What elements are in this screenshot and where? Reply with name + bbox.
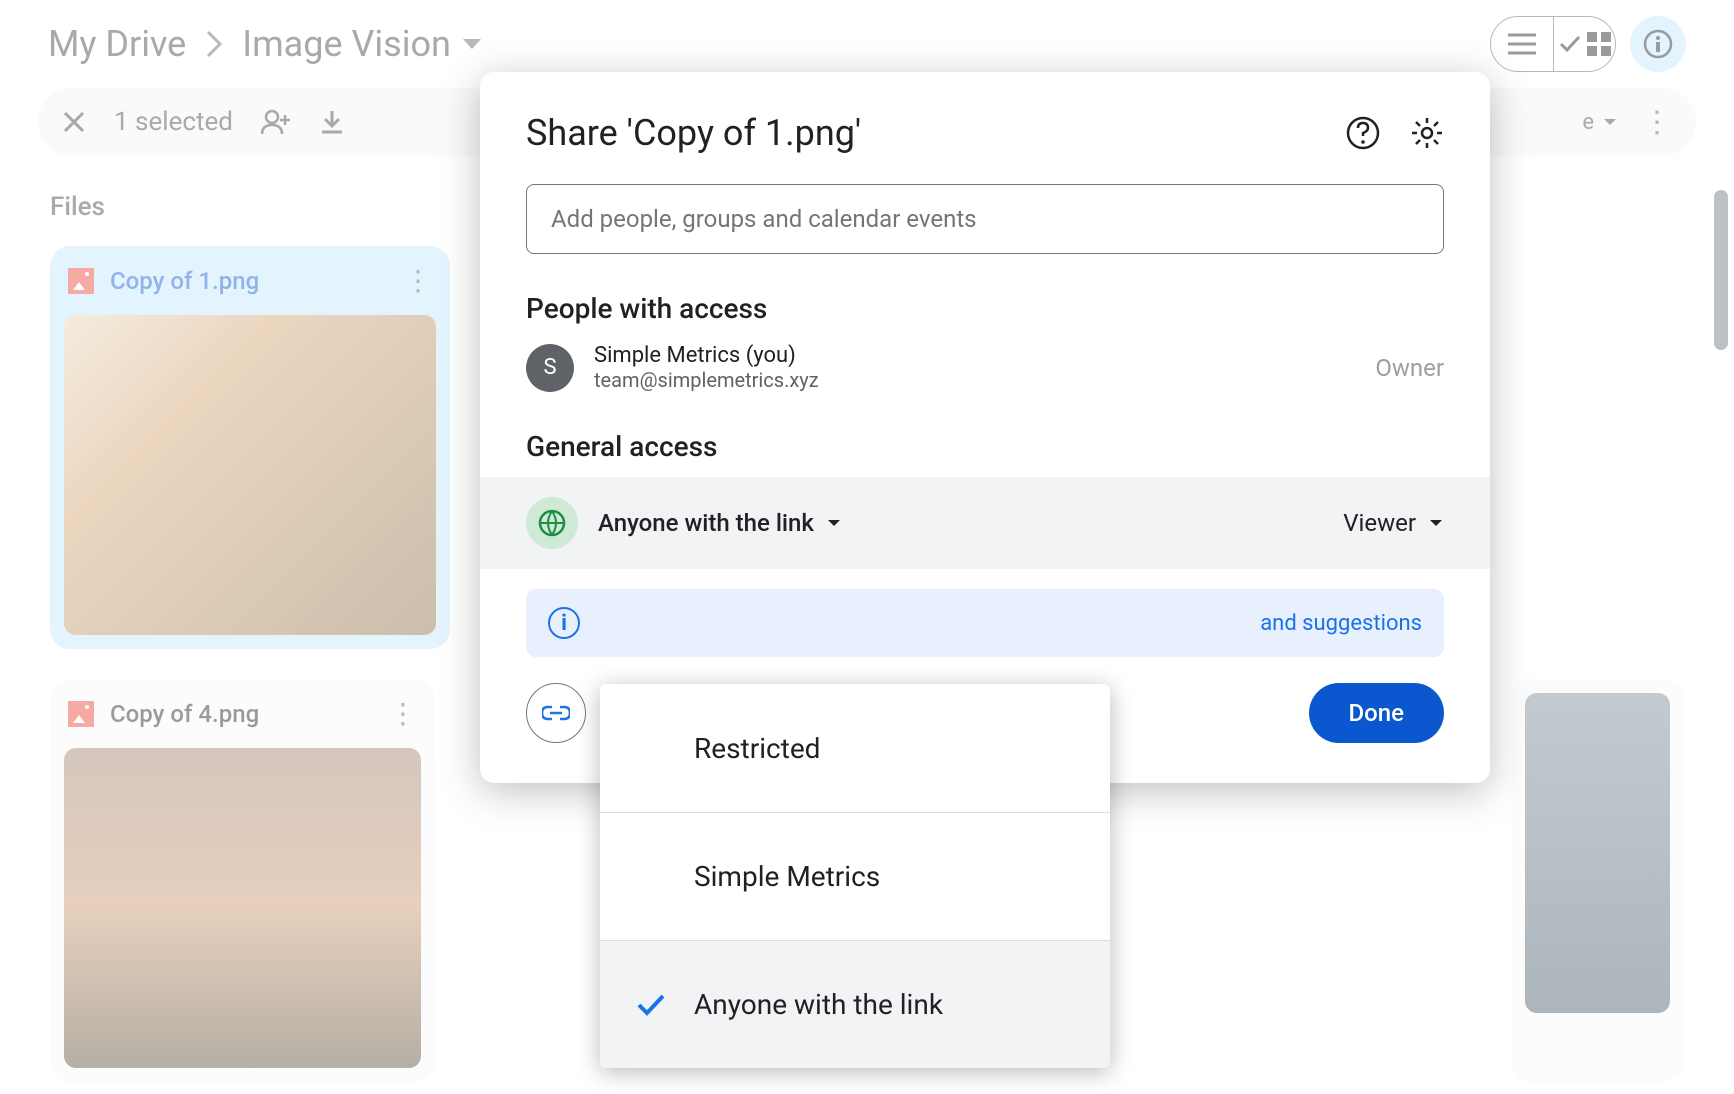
avatar: S	[526, 344, 574, 392]
access-level-label: Anyone with the link	[598, 509, 814, 537]
general-section-heading: General access	[526, 430, 1444, 463]
banner-hint-text: and suggestions	[1260, 611, 1422, 636]
person-role: Owner	[1375, 354, 1444, 382]
dialog-title: Share 'Copy of 1.png'	[526, 112, 861, 154]
gear-icon[interactable]	[1410, 116, 1444, 150]
role-dropdown[interactable]: Viewer	[1343, 509, 1444, 537]
globe-icon	[526, 497, 578, 549]
done-button[interactable]: Done	[1309, 683, 1445, 743]
check-icon	[634, 993, 668, 1017]
access-person-row: S Simple Metrics (you) team@simplemetric…	[526, 343, 1444, 392]
access-option-org[interactable]: Simple Metrics	[600, 812, 1110, 940]
chevron-down-icon	[1428, 518, 1444, 528]
access-level-menu: Restricted Simple Metrics Anyone with th…	[600, 684, 1110, 1068]
info-icon: i	[548, 607, 580, 639]
option-label: Simple Metrics	[694, 860, 880, 893]
role-label: Viewer	[1343, 509, 1416, 537]
copy-link-button[interactable]	[526, 683, 586, 743]
person-name: Simple Metrics (you)	[594, 343, 819, 368]
access-option-anyone[interactable]: Anyone with the link	[600, 940, 1110, 1068]
add-people-input[interactable]	[526, 184, 1444, 254]
info-banner: i and suggestions	[526, 589, 1444, 657]
help-icon[interactable]	[1346, 116, 1380, 150]
option-label: Anyone with the link	[694, 988, 943, 1021]
scrollbar-thumb[interactable]	[1714, 190, 1728, 350]
access-level-dropdown[interactable]: Anyone with the link	[598, 509, 842, 537]
chevron-down-icon	[826, 518, 842, 528]
share-dialog: Share 'Copy of 1.png' People with access…	[480, 72, 1490, 783]
people-section-heading: People with access	[526, 292, 1444, 325]
dialog-header: Share 'Copy of 1.png'	[526, 112, 1444, 154]
access-option-restricted[interactable]: Restricted	[600, 684, 1110, 812]
person-email: team@simplemetrics.xyz	[594, 368, 819, 392]
link-icon	[542, 705, 570, 721]
general-access-row: Anyone with the link Viewer	[480, 477, 1490, 569]
option-label: Restricted	[694, 732, 820, 765]
